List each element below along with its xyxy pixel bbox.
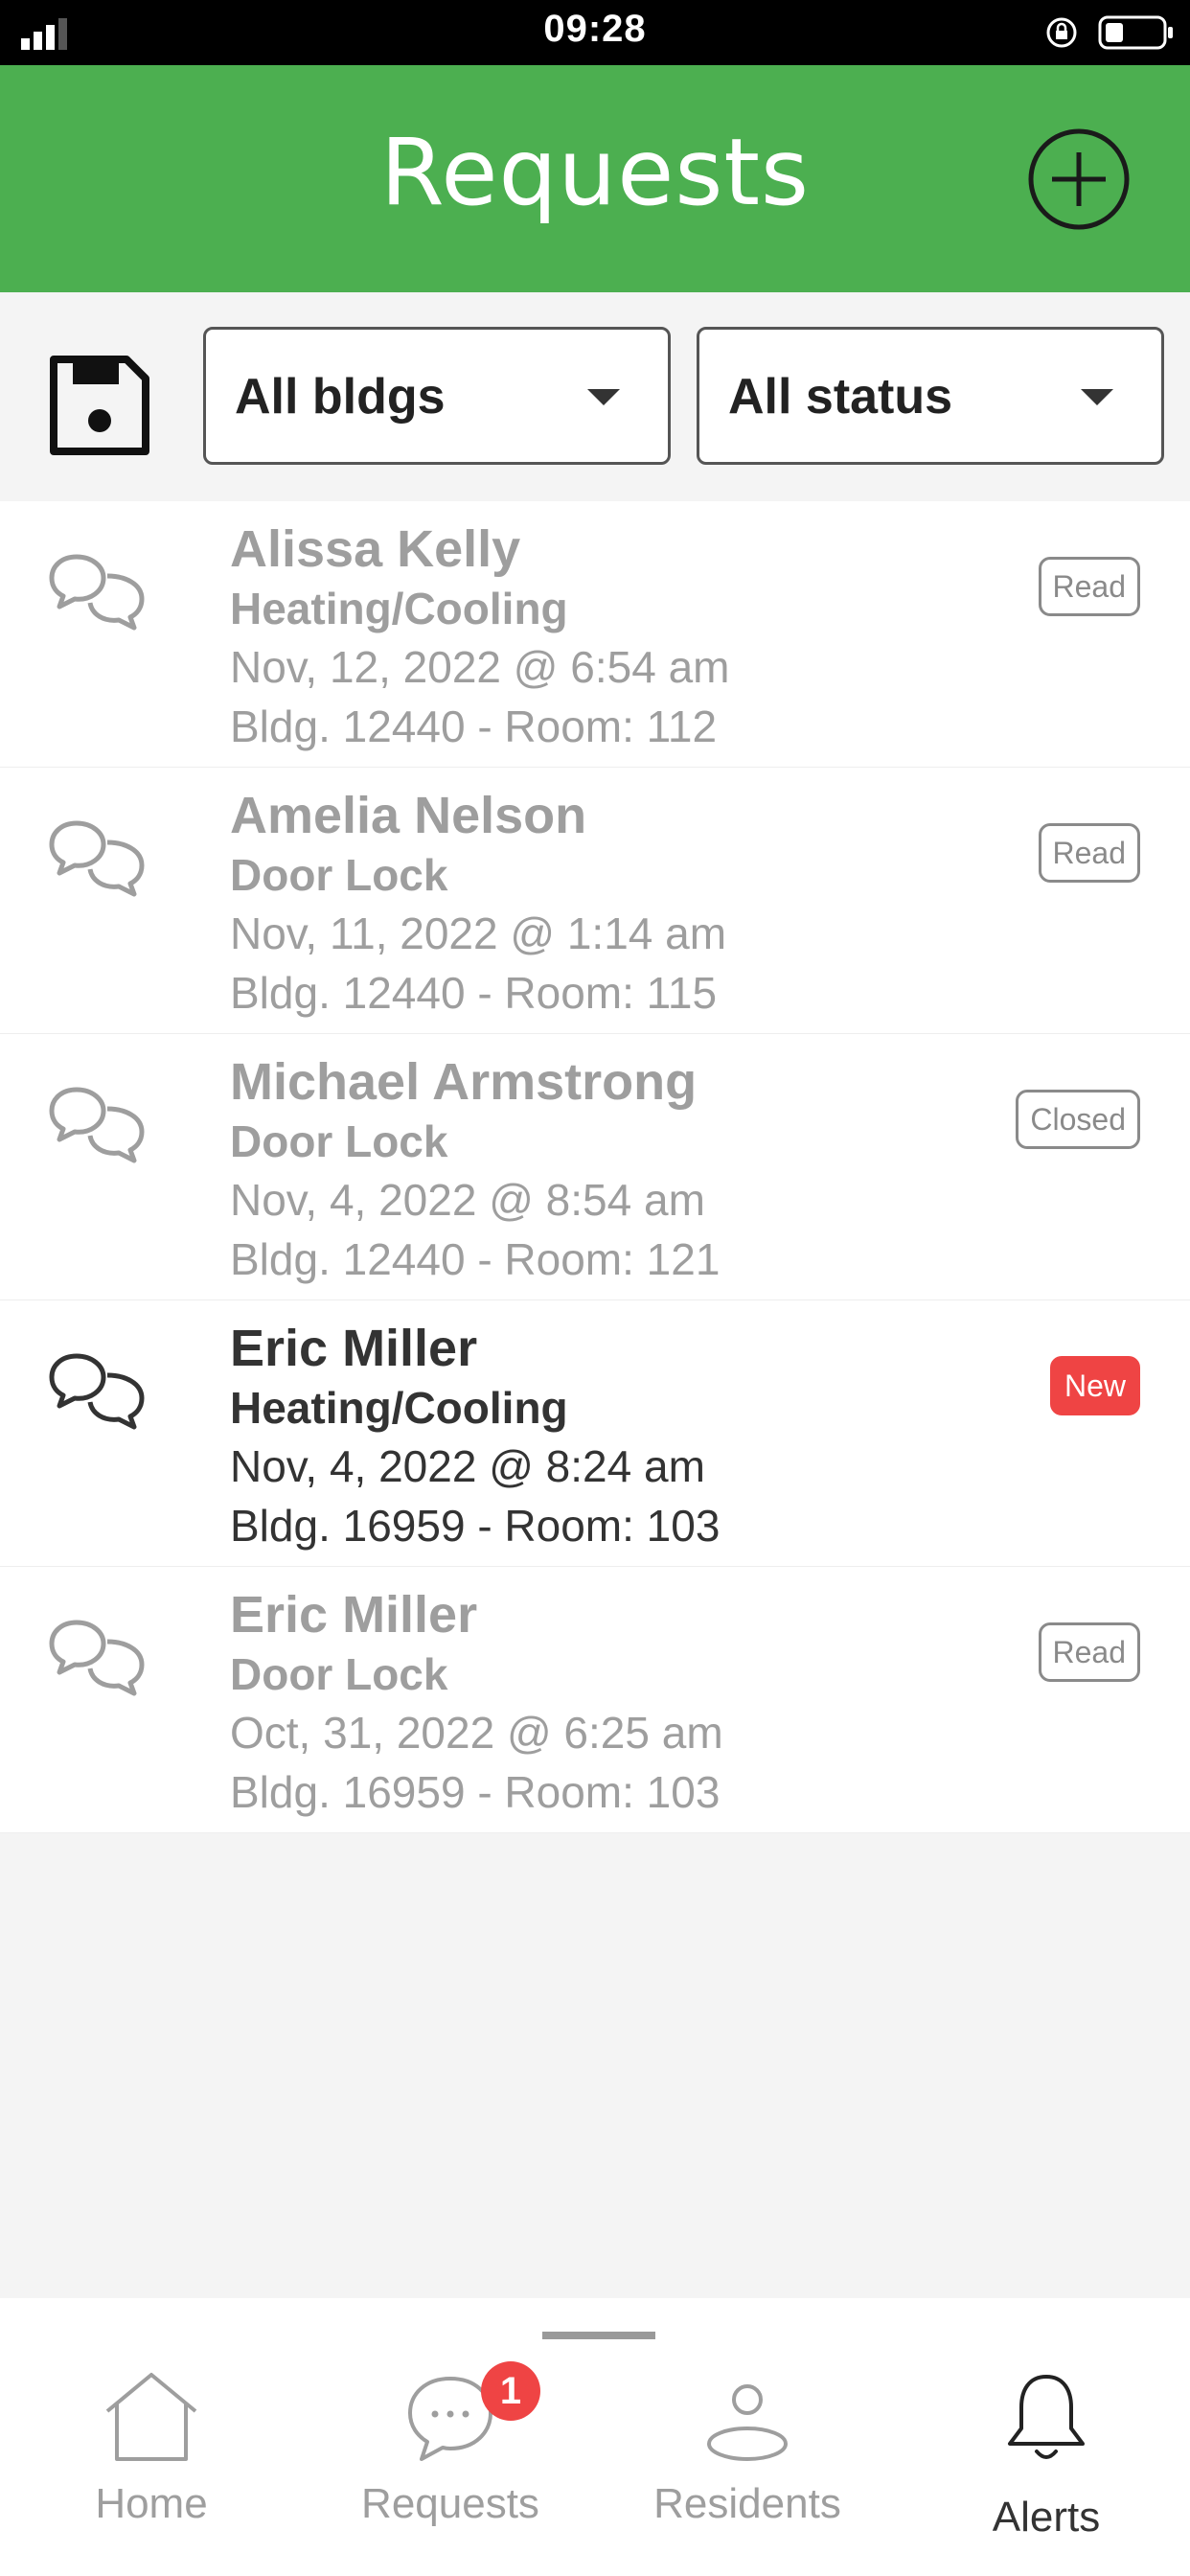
request-row[interactable]: Alissa Kelly Heating/Cooling Nov, 12, 20…: [0, 501, 1190, 768]
request-date: Nov, 4, 2022 @ 8:24 am: [230, 1441, 705, 1491]
request-date: Oct, 31, 2022 @ 6:25 am: [230, 1708, 723, 1758]
chat-bubbles-icon: [49, 1620, 145, 1696]
status-badge: Read: [1038, 823, 1140, 883]
caret-down-icon: [587, 389, 620, 405]
request-location: Bldg. 12440 - Room: 121: [230, 1234, 721, 1284]
resident-name: Alissa Kelly: [230, 520, 521, 578]
status-badge: Read: [1038, 557, 1140, 616]
tab-requests[interactable]: 1 Requests: [335, 2298, 565, 2576]
request-details: Eric Miller Heating/Cooling Nov, 4, 2022…: [230, 1318, 720, 1555]
request-details: Michael Armstrong Door Lock Nov, 4, 2022…: [230, 1051, 720, 1289]
request-list: Alissa Kelly Heating/Cooling Nov, 12, 20…: [0, 501, 1190, 1833]
rotation-lock-icon: [1046, 17, 1077, 48]
status-time: 09:28: [543, 8, 647, 50]
tab-label: Alerts: [992, 2494, 1101, 2541]
battery-icon: [1098, 15, 1173, 50]
status-badge: Read: [1038, 1622, 1140, 1682]
resident-name: Eric Miller: [230, 1586, 478, 1644]
resident-name: Amelia Nelson: [230, 787, 587, 844]
request-row[interactable]: Michael Armstrong Door Lock Nov, 4, 2022…: [0, 1034, 1190, 1300]
resident-name: Michael Armstrong: [230, 1053, 698, 1111]
floppy-disk-icon: [50, 356, 149, 455]
status-filter-dropdown[interactable]: All status: [697, 327, 1164, 465]
request-details: Alissa Kelly Heating/Cooling Nov, 12, 20…: [230, 518, 729, 756]
chat-bubbles-icon: [49, 1087, 145, 1163]
page-title: Requests: [380, 119, 810, 226]
request-location: Bldg. 12440 - Room: 112: [230, 702, 718, 751]
home-icon: [105, 2373, 197, 2461]
chat-bubbles-icon: [49, 820, 145, 897]
request-location: Bldg. 16959 - Room: 103: [230, 1501, 721, 1551]
request-date: Nov, 11, 2022 @ 1:14 am: [230, 908, 727, 958]
request-category: Door Lock: [230, 850, 448, 900]
tab-home[interactable]: Home: [36, 2298, 266, 2576]
request-category: Door Lock: [230, 1116, 448, 1166]
building-filter-dropdown[interactable]: All bldgs: [203, 327, 671, 465]
tab-alerts[interactable]: Alerts: [931, 2298, 1161, 2576]
filter-toolbar: All bldgs All status: [0, 292, 1190, 501]
caret-down-icon: [1081, 389, 1113, 405]
request-row[interactable]: Eric Miller Heating/Cooling Nov, 4, 2022…: [0, 1300, 1190, 1567]
add-request-button[interactable]: [1025, 126, 1133, 233]
app-header: Requests: [0, 65, 1190, 292]
status-badge: New: [1049, 1356, 1140, 1415]
resident-name: Eric Miller: [230, 1320, 478, 1377]
request-row[interactable]: Amelia Nelson Door Lock Nov, 11, 2022 @ …: [0, 768, 1190, 1034]
status-filter-value: All status: [728, 369, 953, 425]
request-details: Amelia Nelson Door Lock Nov, 11, 2022 @ …: [230, 785, 726, 1023]
request-category: Heating/Cooling: [230, 584, 568, 633]
request-location: Bldg. 16959 - Room: 103: [230, 1767, 721, 1817]
request-row[interactable]: Eric Miller Door Lock Oct, 31, 2022 @ 6:…: [0, 1567, 1190, 1833]
tab-residents[interactable]: Residents: [632, 2298, 862, 2576]
request-details: Eric Miller Door Lock Oct, 31, 2022 @ 6:…: [230, 1584, 723, 1822]
tab-label: Requests: [361, 2480, 539, 2527]
status-bar: 09:28: [0, 0, 1190, 65]
request-category: Door Lock: [230, 1649, 448, 1699]
plus-circle-icon: [1028, 128, 1130, 230]
tab-label: Home: [95, 2480, 208, 2527]
building-filter-value: All bldgs: [235, 369, 446, 425]
save-filter-button[interactable]: [46, 352, 153, 459]
request-date: Nov, 4, 2022 @ 8:54 am: [230, 1175, 705, 1225]
requests-count-badge: 1: [481, 2361, 540, 2421]
bottom-nav: Home 1 Requests Residents Alerts: [0, 2298, 1190, 2576]
tab-label: Residents: [653, 2480, 841, 2527]
request-location: Bldg. 12440 - Room: 115: [230, 968, 718, 1018]
bell-icon: [1008, 2375, 1085, 2459]
request-date: Nov, 12, 2022 @ 6:54 am: [230, 642, 730, 692]
person-icon: [707, 2384, 788, 2461]
chat-bubbles-icon: [49, 1353, 145, 1430]
request-category: Heating/Cooling: [230, 1383, 568, 1433]
status-badge: Closed: [1016, 1090, 1140, 1149]
chat-bubbles-icon: [49, 554, 145, 631]
